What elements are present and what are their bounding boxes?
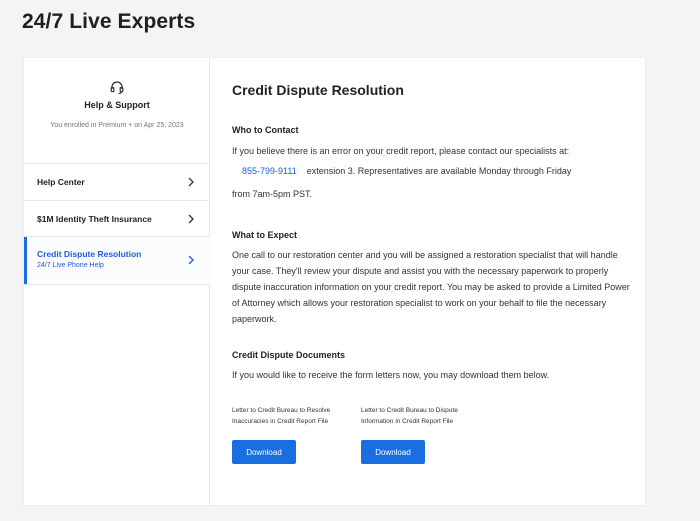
contact-line-2: 855-799-9111 extension 3. Representatives…	[232, 163, 630, 179]
document-label: Letter to Credit Bureau to Dispute Infor…	[361, 407, 458, 425]
chevron-right-icon	[188, 177, 194, 187]
documents-intro: If you would like to receive the form le…	[232, 370, 550, 380]
documents-heading: Credit Dispute Documents	[232, 350, 346, 360]
sidebar-item-label: Credit Dispute Resolution	[37, 249, 142, 259]
sidebar: Help & Support You enrolled in Premium +…	[24, 58, 210, 505]
what-to-expect-heading: What to Expect	[232, 230, 298, 240]
active-indicator	[24, 237, 27, 284]
what-to-expect-text: One call to our restoration center and y…	[232, 250, 630, 324]
chevron-right-icon	[188, 255, 194, 265]
who-to-contact-text: If you believe there is an error on your…	[232, 143, 630, 202]
sidebar-item-credit-dispute-resolution[interactable]: Credit Dispute Resolution 24/7 Live Phon…	[24, 237, 210, 285]
download-button[interactable]: Download	[361, 440, 425, 464]
document-label: Letter to Credit Bureau to Resolve Inacc…	[232, 407, 331, 425]
download-button[interactable]: Download	[232, 440, 296, 464]
main-card: Help & Support You enrolled in Premium +…	[23, 57, 646, 506]
enrollment-note: You enrolled in Premium + on Apr 25, 202…	[50, 122, 184, 129]
contact-line-1: If you believe there is an error on your…	[232, 146, 570, 156]
who-to-contact-heading: Who to Contact	[232, 125, 299, 135]
sidebar-item-label: Help Center	[37, 177, 85, 187]
headset-icon	[110, 81, 124, 95]
sidebar-item-identity-theft-insurance[interactable]: $1M Identity Theft Insurance	[24, 201, 210, 237]
chevron-right-icon	[188, 214, 194, 224]
page-title: 24/7 Live Experts	[22, 10, 196, 33]
phone-link[interactable]: 855-799-9111	[242, 166, 297, 176]
support-title: Help & Support	[84, 100, 150, 110]
content-panel: Credit Dispute Resolution Who to Contact…	[232, 58, 632, 505]
content-title: Credit Dispute Resolution	[232, 82, 404, 98]
sidebar-item-label: $1M Identity Theft Insurance	[37, 214, 152, 224]
support-header: Help & Support You enrolled in Premium +…	[24, 58, 210, 164]
sidebar-item-help-center[interactable]: Help Center	[24, 164, 210, 201]
contact-line-3: from 7am-5pm PST.	[232, 189, 313, 199]
sidebar-item-sublabel: 24/7 Live Phone Help	[37, 262, 104, 269]
contact-hours-text: extension 3. Representatives are availab…	[306, 166, 572, 176]
